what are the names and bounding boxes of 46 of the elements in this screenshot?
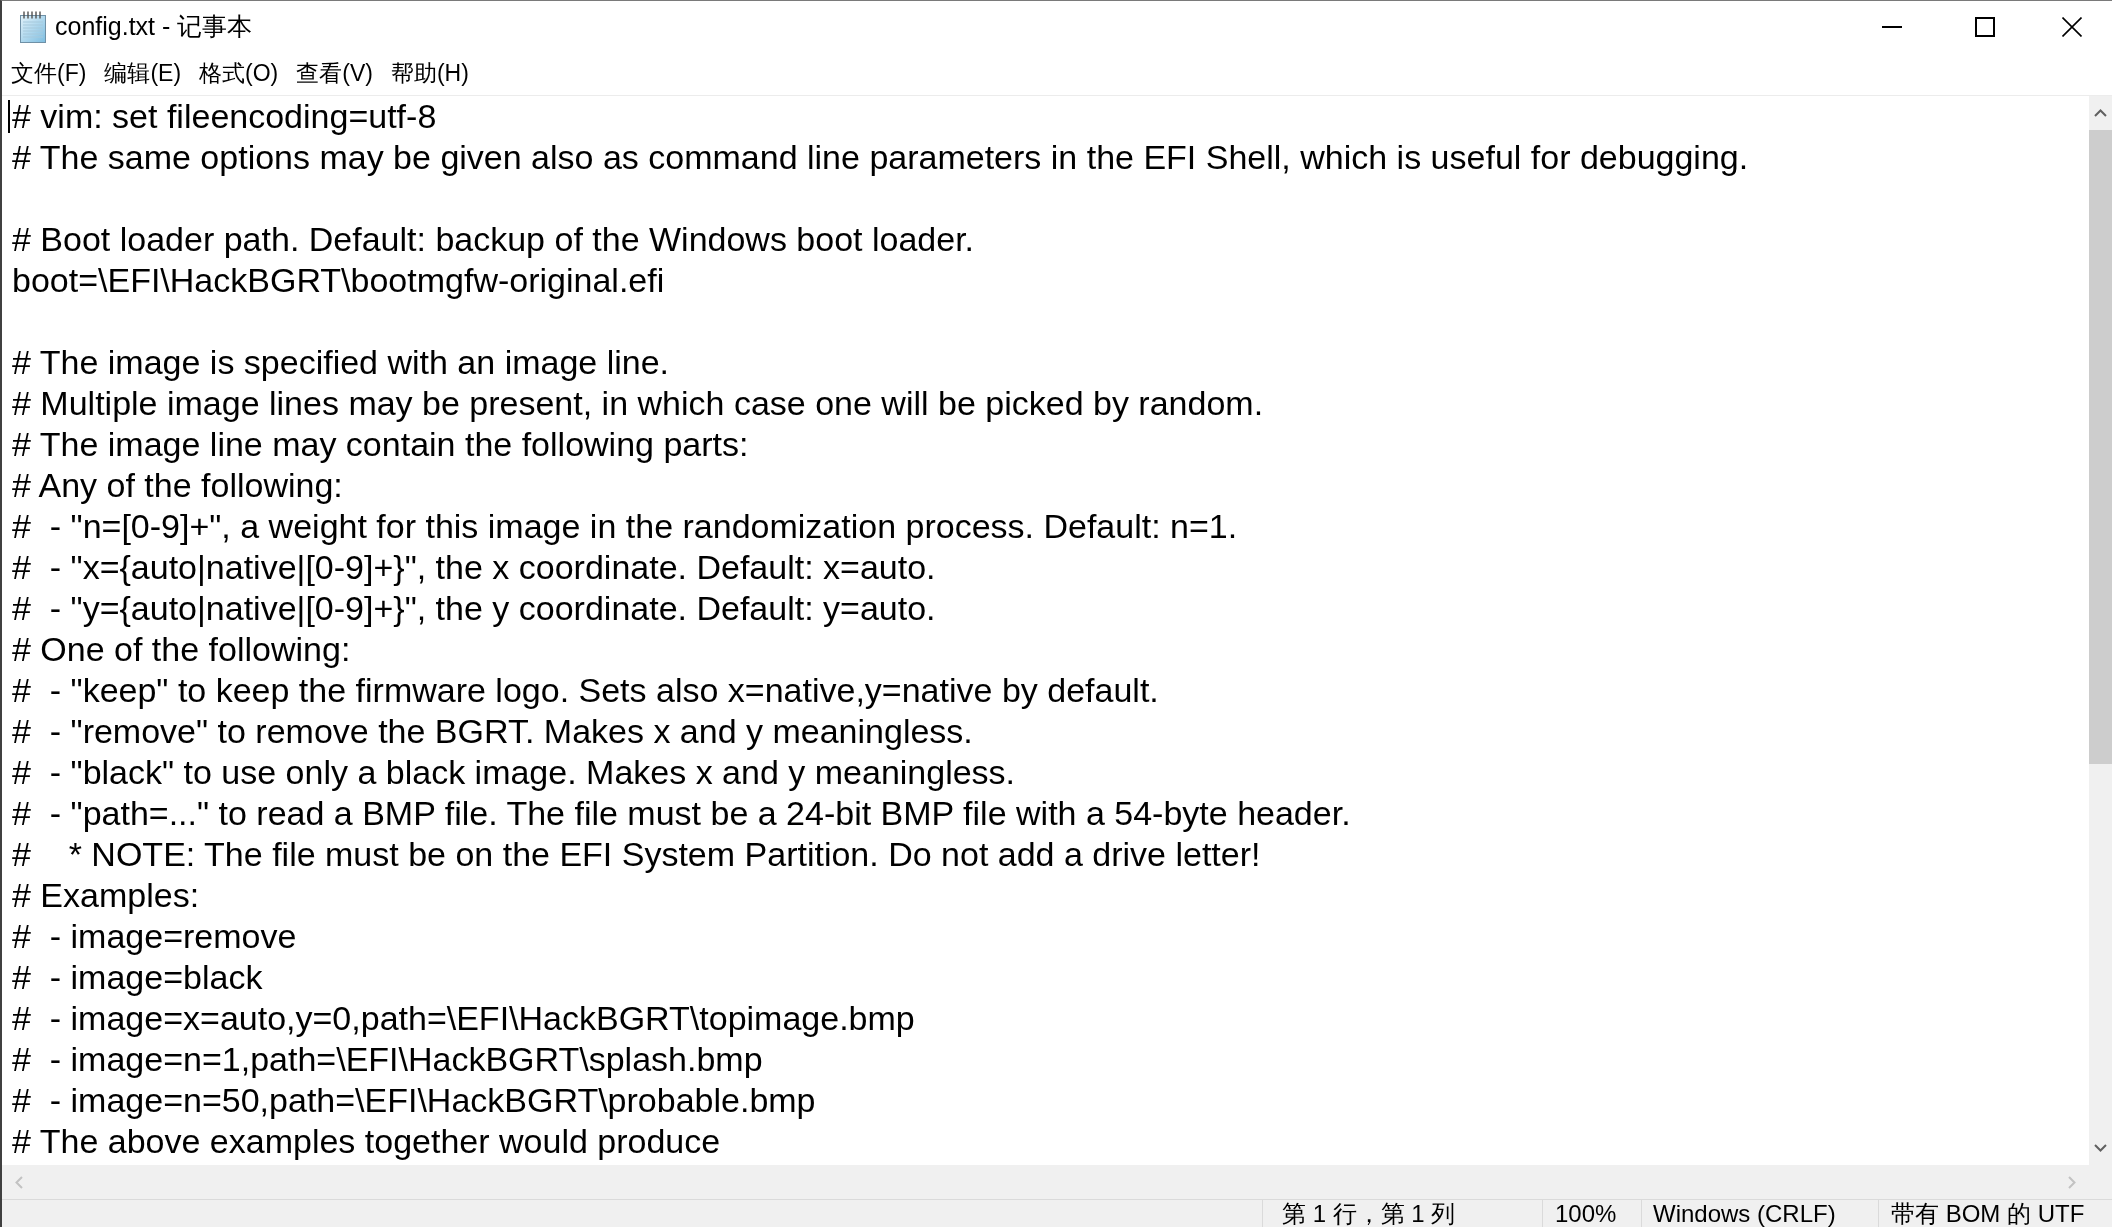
text-line: # Multiple image lines may be present, in which case one will be picked by random. — [12, 383, 1264, 424]
line-ending: Windows (CRLF) — [1653, 1200, 1836, 1227]
text-line: boot=\EFI\HackBGRT\bootmgfw-original.efi — [12, 260, 665, 301]
text-line: # - image=black — [12, 957, 263, 998]
minimize-icon — [1881, 25, 1902, 28]
scroll-down-icon[interactable] — [2094, 1144, 2107, 1152]
text-line: # vim: set fileencoding=utf-8 — [12, 96, 437, 137]
scroll-right-icon[interactable] — [2068, 1175, 2076, 1189]
horizontal-scrollbar[interactable] — [2, 1165, 2112, 1199]
menu-item[interactable]: 文件(F) — [4, 55, 94, 92]
scroll-up-icon[interactable] — [2094, 109, 2107, 117]
scroll-left-icon[interactable] — [15, 1175, 23, 1189]
text-line: # - "n=[0-9]+", a weight for this image in the randomization process. Default: n=1. — [12, 506, 1238, 547]
text-line: # One of the following: — [12, 629, 351, 670]
text-line: # The same options may be given also as command line parameters in the EFI Shell, which is useful for debugging. — [12, 137, 1749, 178]
zoom-level: 100% — [1555, 1200, 1617, 1227]
text-line: # - "path=..." to read a BMP file. The file must be a 24-bit BMP file with a 54-byte header. — [12, 793, 1351, 834]
menu-item[interactable]: 编辑(E) — [97, 55, 189, 92]
menu-item[interactable]: 查看(V) — [289, 55, 380, 92]
text-line: # * NOTE: The file must be on the EFI System Partition. Do not add a drive letter! — [12, 834, 1261, 875]
text-line: # - "remove" to remove the BGRT. Makes x and y meaningless. — [12, 711, 973, 752]
text-line: # - image=n=1,path=\EFI\HackBGRT\splash.bmp — [12, 1039, 763, 1080]
window-title: config.txt - 记事本 — [55, 11, 254, 42]
text-line: # The image is specified with an image line. — [12, 342, 670, 383]
text-line: # - "x={auto|native|[0-9]+}", the x coordinate. Default: x=auto. — [12, 547, 936, 588]
text-line: # - image=n=50,path=\EFI\HackBGRT\probable.bmp — [12, 1080, 816, 1121]
menu-item[interactable]: 格式(O) — [192, 55, 286, 92]
text-line: # Any of the following: — [12, 465, 343, 506]
text-line: # - "y={auto|native|[0-9]+}", the y coordinate. Default: y=auto. — [12, 588, 936, 629]
text-line: # - image=remove — [12, 916, 297, 957]
text-line: # Boot loader path. Default: backup of the Windows boot loader. — [12, 219, 975, 260]
menu-item[interactable]: 帮助(H) — [383, 55, 476, 92]
scrollbar-thumb[interactable] — [2089, 130, 2112, 764]
close-icon — [2061, 16, 2082, 37]
cursor-position: 第 1 行，第 1 列 — [1282, 1200, 1456, 1227]
vertical-scrollbar[interactable] — [2089, 96, 2112, 1165]
text-line: # The image line may contain the following parts: — [12, 424, 749, 465]
notepad-icon — [18, 10, 48, 43]
text-line: # The above examples together would produce — [12, 1121, 721, 1162]
text-line: # Examples: — [12, 875, 200, 916]
text-line: # - "black" to use only a black image. Makes x and y meaningless. — [12, 752, 1016, 793]
text-cursor — [8, 100, 10, 133]
text-line: # - "keep" to keep the firmware logo. Sets also x=native,y=native by default. — [12, 670, 1159, 711]
text-line: # - image=x=auto,y=0,path=\EFI\HackBGRT\topimage.bmp — [12, 998, 915, 1039]
text-encoding: 带有 BOM 的 UTF — [1891, 1200, 2085, 1227]
maximize-icon — [1974, 16, 1995, 37]
